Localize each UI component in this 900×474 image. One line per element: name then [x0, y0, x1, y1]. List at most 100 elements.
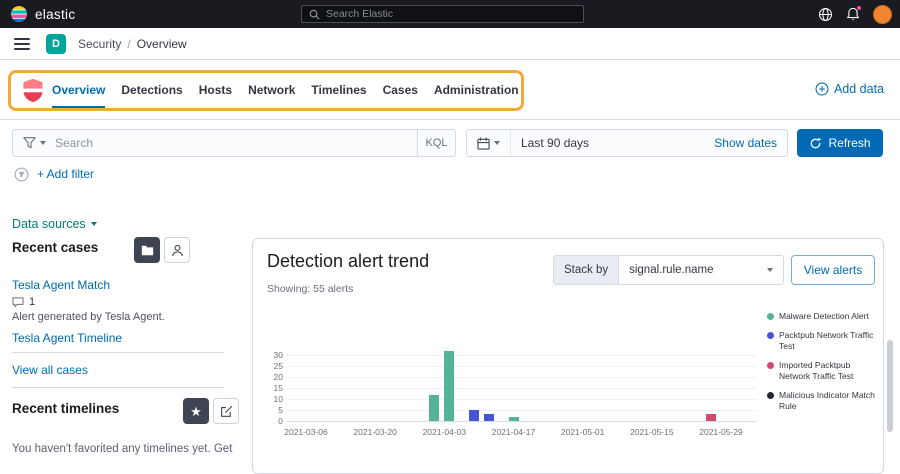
legend-item[interactable]: Packtpub Network Traffic Test	[767, 330, 881, 352]
view-alerts-button[interactable]: View alerts	[791, 255, 875, 285]
search-icon	[309, 9, 320, 20]
caret-down-icon	[767, 268, 773, 272]
alerts-count-subtitle: Showing: 55 alerts	[267, 283, 353, 295]
chart-bar[interactable]	[484, 414, 494, 421]
kql-language-badge[interactable]: KQL	[417, 130, 455, 156]
global-search[interactable]	[301, 5, 584, 23]
filter-funnel-icon	[23, 137, 36, 149]
gridline	[287, 355, 757, 356]
calendar-icon	[477, 137, 490, 150]
chart-plot	[287, 345, 757, 421]
case-description: Alert generated by Tesla Agent.	[12, 311, 165, 323]
breadcrumb-security[interactable]: Security	[78, 37, 121, 51]
chart-bar[interactable]	[706, 414, 716, 421]
new-timeline-button[interactable]	[213, 398, 239, 424]
gridline	[287, 366, 757, 367]
chart-bar[interactable]	[509, 417, 519, 421]
refresh-label: Refresh	[828, 136, 870, 150]
gridline	[287, 421, 757, 422]
x-axis-tick-label: 2021-05-15	[620, 427, 684, 437]
x-axis-tick-label: 2021-04-17	[482, 427, 546, 437]
x-axis-tick-label: 2021-03-06	[274, 427, 338, 437]
refresh-icon	[809, 137, 822, 150]
space-avatar[interactable]: D	[46, 34, 66, 54]
tab-cases[interactable]: Cases	[383, 73, 418, 108]
favorited-timelines-button[interactable]: ★	[183, 398, 209, 424]
divider	[12, 352, 224, 353]
date-quick-select-button[interactable]	[467, 130, 511, 156]
chart-legend: Malware Detection Alert Packtpub Network …	[767, 311, 881, 420]
legend-color-dot	[767, 392, 774, 399]
chart-bar[interactable]	[469, 410, 479, 421]
notification-badge-dot	[856, 5, 862, 11]
filter-bar: + Add filter	[0, 164, 900, 184]
x-axis-tick-label: 2021-04-03	[412, 427, 476, 437]
add-filter-circle-icon[interactable]	[14, 167, 29, 182]
legend-item[interactable]: Imported Packtpub Network Traffic Test	[767, 360, 881, 382]
caret-down-icon	[494, 141, 500, 145]
data-sources-label: Data sources	[12, 217, 86, 231]
query-search-input[interactable]	[55, 136, 417, 150]
legend-label: Packtpub Network Traffic Test	[779, 330, 881, 352]
y-axis-tick-label: 30	[257, 350, 283, 360]
add-filter-button[interactable]: + Add filter	[37, 167, 94, 181]
security-tabs: Overview Detections Hosts Network Timelines C…	[52, 73, 519, 108]
saved-query-menu-button[interactable]	[13, 130, 55, 156]
add-data-button[interactable]: Add data	[815, 82, 884, 96]
refresh-button[interactable]: Refresh	[797, 129, 883, 157]
tab-timelines[interactable]: Timelines	[311, 73, 366, 108]
panel-title: Detection alert trend	[267, 251, 429, 272]
legend-color-dot	[767, 362, 774, 369]
reporter-person-icon	[171, 244, 184, 257]
caret-down-icon	[91, 222, 97, 226]
elastic-brand[interactable]: elastic	[0, 5, 75, 23]
tab-network[interactable]: Network	[248, 73, 295, 108]
gridline	[287, 388, 757, 389]
case-link-tesla-agent-timeline[interactable]: Tesla Agent Timeline	[12, 331, 122, 345]
date-picker-group: Last 90 days Show dates	[466, 129, 788, 157]
help-globe-icon[interactable]	[818, 7, 833, 22]
global-search-input[interactable]	[326, 8, 576, 20]
breadcrumb: Security / Overview	[78, 37, 187, 51]
stack-by-label: Stack by	[554, 256, 619, 284]
show-dates-button[interactable]: Show dates	[714, 136, 787, 150]
comment-count-value: 1	[29, 296, 35, 308]
y-axis-tick-label: 20	[257, 372, 283, 382]
tab-administration[interactable]: Administration	[434, 73, 519, 108]
menu-hamburger-icon[interactable]	[14, 37, 30, 51]
folder-icon	[141, 245, 154, 256]
legend-item[interactable]: Malware Detection Alert	[767, 311, 881, 322]
topbar-actions	[818, 0, 892, 28]
legend-label: Imported Packtpub Network Traffic Test	[779, 360, 881, 382]
stack-by-value: signal.rule.name	[629, 264, 713, 276]
chart-bar[interactable]	[429, 395, 439, 421]
user-avatar[interactable]	[873, 5, 892, 24]
recently-created-cases-button[interactable]	[134, 237, 160, 263]
my-reported-cases-button[interactable]	[164, 237, 190, 263]
notifications-bell-icon[interactable]	[846, 7, 860, 22]
data-sources-toggle[interactable]: Data sources	[12, 217, 97, 231]
gridline	[287, 399, 757, 400]
recent-cases-heading: Recent cases	[12, 240, 98, 255]
legend-color-dot	[767, 313, 774, 320]
date-range-value[interactable]: Last 90 days	[511, 136, 714, 150]
view-all-cases-link[interactable]: View all cases	[12, 363, 88, 377]
stack-by-select[interactable]: signal.rule.name	[619, 256, 783, 284]
y-axis-tick-label: 5	[257, 405, 283, 415]
y-axis-tick-label: 15	[257, 383, 283, 393]
x-axis-tick-label: 2021-03-20	[343, 427, 407, 437]
tab-hosts[interactable]: Hosts	[199, 73, 232, 108]
x-axis-tick-label: 2021-05-01	[551, 427, 615, 437]
x-axis-tick-label: 2021-05-29	[689, 427, 753, 437]
page-scrollbar-thumb[interactable]	[887, 340, 893, 432]
case-link-tesla-agent-match[interactable]: Tesla Agent Match	[12, 278, 110, 292]
tab-detections[interactable]: Detections	[121, 73, 182, 108]
legend-label: Malware Detection Alert	[779, 311, 869, 322]
legend-item[interactable]: Malicious Indicator Match Rule	[767, 390, 881, 412]
legend-color-dot	[767, 332, 774, 339]
plus-circle-icon	[815, 82, 829, 96]
query-input-group: KQL	[12, 129, 456, 157]
chart-bar[interactable]	[444, 351, 454, 421]
tab-overview[interactable]: Overview	[52, 73, 105, 108]
security-shield-icon	[22, 78, 44, 108]
